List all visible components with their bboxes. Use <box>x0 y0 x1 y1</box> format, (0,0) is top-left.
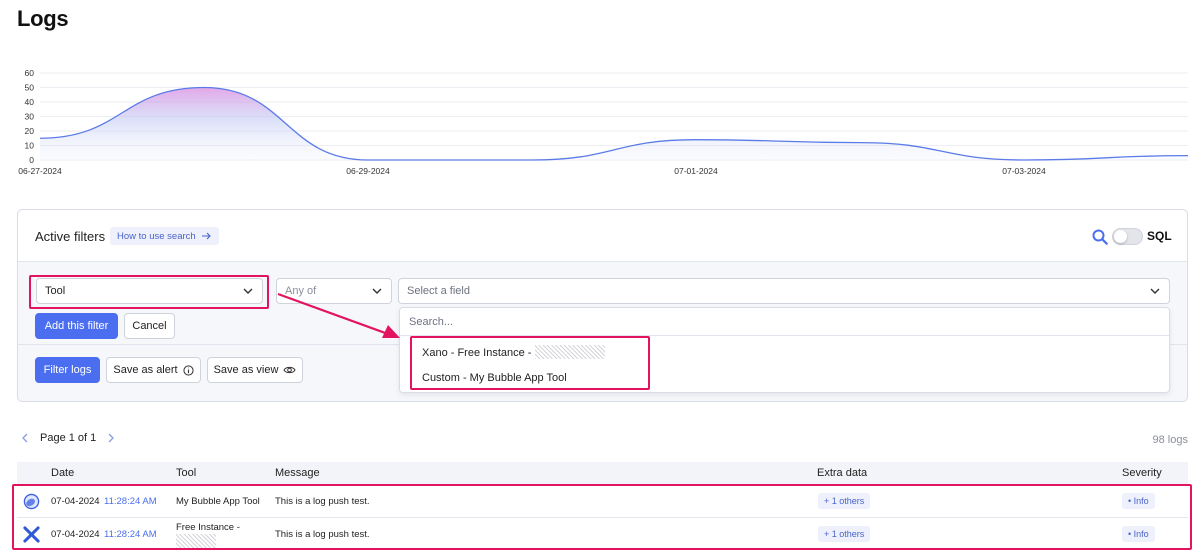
highlight-box <box>29 275 269 309</box>
column-header-message[interactable]: Message <box>275 467 320 479</box>
chart-x-tick-label: 07-01-2024 <box>674 166 718 176</box>
sql-label: SQL <box>1147 229 1172 243</box>
arrow-right-icon <box>201 232 211 240</box>
chart-y-tick-label: 0 <box>29 155 34 165</box>
column-header-severity[interactable]: Severity <box>1122 467 1162 479</box>
chart-area <box>40 87 1188 160</box>
cancel-button[interactable]: Cancel <box>124 313 175 339</box>
highlight-box <box>410 336 650 390</box>
add-filter-button[interactable]: Add this filter <box>35 313 118 339</box>
chevron-down-icon <box>1150 288 1160 294</box>
sql-toggle[interactable] <box>1112 228 1143 245</box>
chart-y-tick-label: 50 <box>25 83 35 93</box>
chart-y-tick-label: 60 <box>25 68 35 78</box>
logs-chart: 0 10 20 30 40 50 60 06-27-2024 06-29-2024 07-01-… <box>18 68 1189 176</box>
field-select-placeholder: Select a field <box>407 285 470 297</box>
chart-y-tick-label: 30 <box>25 112 35 122</box>
pagination: Page 1 of 1 <box>20 432 116 444</box>
field-select[interactable]: Select a field <box>398 278 1170 304</box>
save-alert-label: Save as alert <box>113 364 178 376</box>
chart-y-tick-label: 40 <box>25 97 35 107</box>
column-header-date[interactable]: Date <box>51 467 74 479</box>
save-as-alert-button[interactable]: Save as alert <box>106 357 201 383</box>
filter-logs-button[interactable]: Filter logs <box>35 357 100 383</box>
column-header-extra-data[interactable]: Extra data <box>817 467 867 479</box>
chevron-left-icon[interactable] <box>20 433 30 443</box>
save-view-label: Save as view <box>213 364 279 376</box>
table-header: Date Tool Message Extra data Severity <box>17 462 1188 484</box>
highlight-box <box>12 484 1192 550</box>
annotation-arrow <box>277 292 400 338</box>
page-title: Logs <box>17 6 69 31</box>
column-header-tool[interactable]: Tool <box>176 467 196 479</box>
chart-x-tick-label: 06-27-2024 <box>18 166 62 176</box>
chart-y-tick-label: 20 <box>25 126 35 136</box>
page-label: Page 1 of 1 <box>40 432 97 444</box>
chevron-right-icon[interactable] <box>106 433 116 443</box>
how-to-use-search-link[interactable]: How to use search <box>110 227 219 245</box>
save-as-view-button[interactable]: Save as view <box>207 357 303 383</box>
eye-icon <box>283 366 296 374</box>
toggle-knob <box>1114 230 1127 243</box>
how-to-label: How to use search <box>117 230 196 242</box>
log-count: 98 logs <box>1152 434 1188 446</box>
dropdown-search-input[interactable]: Search... <box>400 308 1169 336</box>
chart-x-tick-label: 06-29-2024 <box>346 166 390 176</box>
chart-x-tick-label: 07-03-2024 <box>1002 166 1046 176</box>
chart-y-tick-label: 10 <box>25 141 35 151</box>
search-icon[interactable] <box>1092 229 1108 245</box>
active-filters-title: Active filters <box>35 229 106 244</box>
info-circle-icon <box>183 364 194 376</box>
